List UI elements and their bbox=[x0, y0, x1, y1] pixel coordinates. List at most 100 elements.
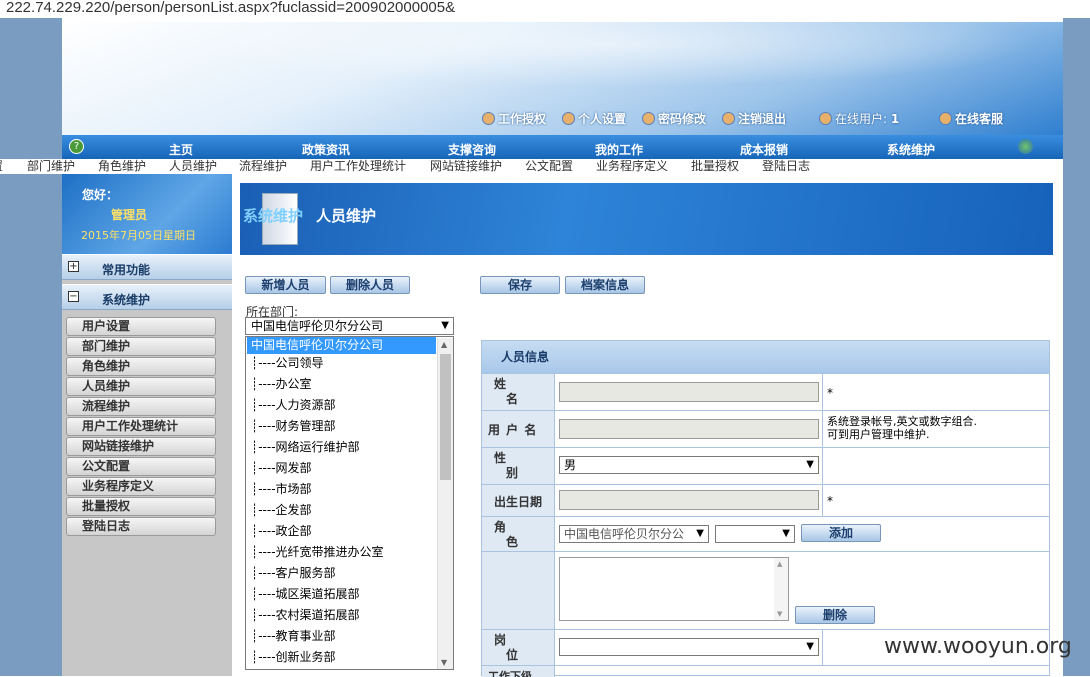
page-title: 人员维护 bbox=[316, 207, 377, 225]
form-row-username: 用 户 名 系统登录帐号,英文或数字组合. 可到用户管理中维护. bbox=[482, 410, 1049, 447]
form-row-subordinate: 工作下级 bbox=[482, 665, 1049, 677]
dept-option[interactable]: ┊----教育事业部 bbox=[247, 626, 436, 647]
gender-value: 男 bbox=[564, 458, 577, 472]
dept-option[interactable]: ┊----网络运行维护部 bbox=[247, 437, 436, 458]
dept-option[interactable]: ┊----农村渠道拓展部 bbox=[247, 605, 436, 626]
dept-option[interactable]: ┊----网发部 bbox=[247, 458, 436, 479]
personal-settings-link[interactable]: 个人设置 bbox=[562, 110, 626, 127]
online-support-link[interactable]: 在线客服 bbox=[939, 110, 1003, 127]
logout-icon bbox=[722, 112, 735, 125]
current-date: 2015年7月05日星期日 bbox=[81, 229, 196, 242]
save-button[interactable]: 保存 bbox=[480, 276, 560, 294]
delete-person-button[interactable]: 删除人员 bbox=[330, 276, 410, 294]
sidebar-item[interactable]: 网站链接维护 bbox=[66, 437, 216, 456]
dept-option[interactable]: ┊----城区渠道拓展部 bbox=[247, 584, 436, 605]
dept-select[interactable]: 中国电信呼伦贝尔分公司 ▼ bbox=[245, 317, 454, 335]
dept-option[interactable]: ┊----企发部 bbox=[247, 500, 436, 521]
sidebar-item[interactable]: 用户工作处理统计 bbox=[66, 417, 216, 436]
sidebar-item[interactable]: 业务程序定义 bbox=[66, 477, 216, 496]
dept-option[interactable]: ┊----人力资源部 bbox=[247, 395, 436, 416]
subnav-item[interactable]: 网站链接维护 bbox=[430, 159, 502, 174]
password-change-link[interactable]: 密码修改 bbox=[642, 110, 706, 127]
archive-info-button[interactable]: 档案信息 bbox=[565, 276, 645, 294]
sidebar-item[interactable]: 批量授权 bbox=[66, 497, 216, 516]
subnav-item[interactable]: 公文配置 bbox=[525, 159, 573, 174]
post-select[interactable]: ▼ bbox=[559, 638, 819, 656]
subnav-item[interactable]: 置 bbox=[0, 159, 3, 174]
role-dept-select[interactable]: 中国电信呼伦贝尔分公 ▼ bbox=[559, 525, 709, 543]
sidebar-cat-system[interactable]: − 系统维护 bbox=[62, 284, 232, 310]
dept-option[interactable]: ┊----办公室 bbox=[247, 374, 436, 395]
section-title: 系统维护 bbox=[243, 207, 304, 225]
nav-expense[interactable]: 成本报销 bbox=[740, 141, 788, 158]
form-row-role: 角 色 中国电信呼伦贝尔分公 ▼ ▼ 添加 bbox=[482, 516, 1049, 551]
dept-option[interactable]: ┊----客户服务部 bbox=[247, 563, 436, 584]
sidebar-item[interactable]: 登陆日志 bbox=[66, 517, 216, 536]
link-label: 注销退出 bbox=[738, 112, 787, 126]
user-key-icon bbox=[482, 112, 495, 125]
link-label: 在线客服 bbox=[955, 112, 1004, 126]
globe-icon[interactable] bbox=[1018, 139, 1033, 154]
sidebar-item[interactable]: 用户设置 bbox=[66, 317, 216, 336]
nav-home[interactable]: 主页 bbox=[169, 141, 193, 158]
sidebar-item[interactable]: 流程维护 bbox=[66, 397, 216, 416]
scroll-down-icon[interactable]: ▼ bbox=[441, 658, 447, 667]
add-person-button[interactable]: 新增人员 bbox=[245, 276, 326, 294]
scroll-up-icon[interactable]: ▲ bbox=[777, 560, 782, 568]
username-input[interactable] bbox=[559, 419, 819, 439]
scroll-down-icon[interactable]: ▼ bbox=[777, 610, 782, 618]
nav-policy[interactable]: 政策资讯 bbox=[302, 141, 350, 158]
help-icon[interactable]: ? bbox=[69, 139, 84, 154]
nav-system[interactable]: 系统维护 bbox=[887, 141, 935, 158]
nav-support[interactable]: 支撑咨询 bbox=[448, 141, 496, 158]
role-listbox[interactable]: ▲ ▼ bbox=[559, 557, 789, 621]
subnav-item[interactable]: 流程维护 bbox=[239, 159, 287, 174]
dept-dropdown-list[interactable]: 中国电信呼伦贝尔分公司 ┊----公司领导 ┊----办公室 ┊----人力资源… bbox=[245, 336, 454, 670]
gender-label: 性 别 bbox=[482, 448, 555, 484]
work-authorize-link[interactable]: 工作授权 bbox=[482, 110, 546, 127]
dept-option[interactable]: ┊----财务管理部 bbox=[247, 416, 436, 437]
birthday-input[interactable] bbox=[559, 490, 819, 510]
subnav-item[interactable]: 人员维护 bbox=[169, 159, 217, 174]
nav-my-work[interactable]: 我的工作 bbox=[595, 141, 643, 158]
role-list-scrollbar[interactable]: ▲ ▼ bbox=[774, 558, 788, 620]
dept-option[interactable]: ┊----创新业务部 bbox=[247, 647, 436, 668]
dept-option[interactable]: ┊----光纤宽带推进办公室 bbox=[247, 542, 436, 563]
logout-link[interactable]: 注销退出 bbox=[722, 110, 786, 127]
form-row-birthday: 出生日期 * bbox=[482, 484, 1049, 516]
subordinate-label: 工作下级 bbox=[482, 666, 555, 677]
address-bar[interactable]: 222.74.229.220/person/personList.aspx?fu… bbox=[0, 0, 1090, 18]
subnav-item[interactable]: 角色维护 bbox=[98, 159, 146, 174]
name-label: 姓 名 bbox=[482, 374, 555, 410]
person-info-form: 人员信息 姓 名 * 用 户 名 系统登录帐号,英文或数字组合. 可到用户管理中… bbox=[481, 340, 1050, 677]
sidebar-cat-common[interactable]: + 常用功能 bbox=[62, 254, 232, 280]
role-dept-value: 中国电信呼伦贝尔分公 bbox=[564, 527, 685, 541]
subnav-item[interactable]: 业务程序定义 bbox=[596, 159, 668, 174]
scroll-thumb[interactable] bbox=[440, 354, 451, 480]
role-select[interactable]: ▼ bbox=[715, 525, 795, 543]
sidebar-item[interactable]: 部门维护 bbox=[66, 337, 216, 356]
online-users-link[interactable]: 在线用户: 1 bbox=[819, 110, 899, 127]
form-row-role-list: ▲ ▼ 删除 bbox=[482, 551, 1049, 629]
online-user-icon bbox=[819, 112, 832, 125]
dept-option[interactable]: ┊----公司领导 bbox=[247, 353, 436, 374]
delete-role-button[interactable]: 删除 bbox=[795, 606, 875, 624]
subnav-item[interactable]: 用户工作处理统计 bbox=[310, 159, 406, 174]
sidebar-item[interactable]: 人员维护 bbox=[66, 377, 216, 396]
add-role-button[interactable]: 添加 bbox=[801, 524, 881, 542]
subnav-item[interactable]: 登陆日志 bbox=[762, 159, 810, 174]
collapse-icon: − bbox=[68, 291, 79, 302]
subnav-item[interactable]: 批量授权 bbox=[691, 159, 739, 174]
subnav-item[interactable]: 部门维护 bbox=[27, 159, 75, 174]
scroll-up-icon[interactable]: ▲ bbox=[441, 340, 447, 349]
username-note: 系统登录帐号,英文或数字组合. 可到用户管理中维护. bbox=[827, 415, 977, 441]
dept-option[interactable]: ┊----市场部 bbox=[247, 479, 436, 500]
gender-select[interactable]: 男 ▼ bbox=[559, 456, 819, 474]
top-banner: 工作授权 个人设置 密码修改 注销退出 在线用户: 1 在线客服 bbox=[62, 22, 1063, 135]
name-input[interactable] bbox=[559, 382, 819, 402]
sidebar-item[interactable]: 角色维护 bbox=[66, 357, 216, 376]
dept-list-scrollbar[interactable]: ▲ ▼ bbox=[437, 338, 453, 669]
dept-option[interactable]: 中国电信呼伦贝尔分公司 bbox=[247, 337, 436, 354]
dept-option[interactable]: ┊----政企部 bbox=[247, 521, 436, 542]
sidebar-item[interactable]: 公文配置 bbox=[66, 457, 216, 476]
